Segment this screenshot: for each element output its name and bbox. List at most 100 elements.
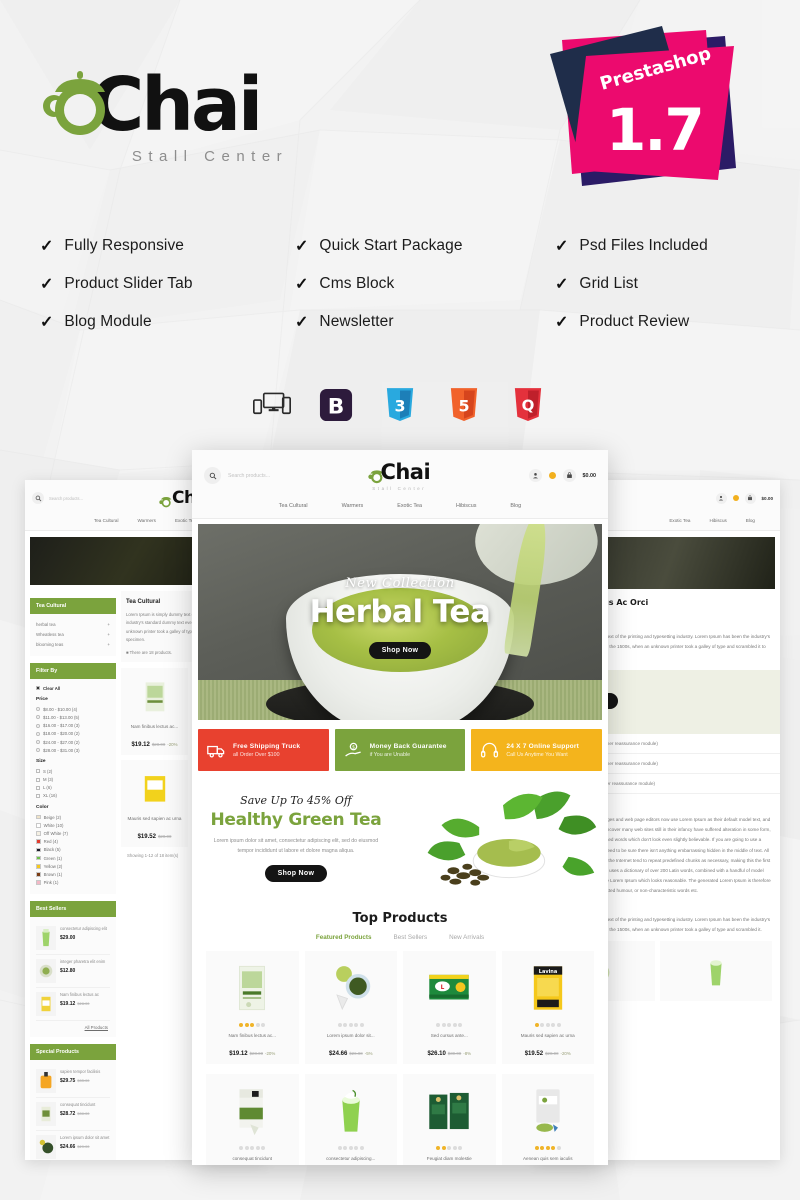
price-option[interactable]: $16.00 - $17.00 (3) bbox=[36, 722, 110, 730]
product-grid-row-1[interactable]: Nam finibus lectus ac... $19.12 $28.00 -20… bbox=[206, 951, 594, 1064]
hero-shop-now-button[interactable]: Shop Now bbox=[368, 642, 432, 659]
color-swatch[interactable] bbox=[36, 831, 41, 836]
nav-item[interactable]: Tea Cultural bbox=[94, 518, 119, 523]
hero-banner[interactable]: New Collection Herbal Tea Shop Now bbox=[198, 524, 602, 720]
shop-logo[interactable]: Chai Stall Center bbox=[368, 460, 431, 491]
radio-icon[interactable] bbox=[36, 748, 40, 753]
list-item[interactable]: herbal tea + bbox=[36, 619, 110, 629]
color-swatch[interactable] bbox=[36, 847, 41, 853]
product-card[interactable] bbox=[660, 941, 772, 1002]
service-money-back[interactable]: $ Money Back Guarantee if You are Unable bbox=[334, 729, 466, 771]
tab-new-arrivals[interactable]: New Arrivals bbox=[449, 934, 484, 941]
filter-panel[interactable]: Clear All Price $8.00 - $10.00 (4) $11.0… bbox=[30, 679, 116, 894]
color-swatch[interactable] bbox=[36, 855, 41, 861]
product-card[interactable]: Mauris sed sapien ac urna $19.52 $28.00 bbox=[121, 760, 188, 848]
size-option[interactable]: XL (16) bbox=[36, 792, 110, 800]
nav-item-exotic-tea[interactable]: Exotic Tea bbox=[397, 503, 422, 509]
color-option[interactable]: Red (4) bbox=[36, 838, 110, 846]
list-item[interactable]: consequat tincidunt $28.72 $36.00 bbox=[36, 1098, 110, 1131]
color-swatch[interactable] bbox=[36, 872, 41, 877]
color-swatch[interactable] bbox=[36, 880, 41, 885]
list-item[interactable]: Nam finibus lectus ac $19.12 $28.00 bbox=[36, 988, 110, 1021]
color-swatch[interactable] bbox=[36, 839, 41, 845]
list-item[interactable]: Wheatless tea + bbox=[36, 629, 110, 639]
product-card[interactable]: consectetur adipiscing... $29.00 bbox=[304, 1074, 397, 1165]
color-swatch[interactable] bbox=[36, 823, 41, 828]
product-card[interactable]: L Sed cursus ante... $26.10 $30.00 -8% bbox=[403, 951, 496, 1064]
list-item[interactable]: integer pharetra elit enim $12.80 bbox=[36, 955, 110, 988]
account-icon[interactable] bbox=[528, 469, 542, 482]
search-input[interactable]: Search products... bbox=[204, 467, 270, 484]
size-option[interactable]: M (3) bbox=[36, 776, 110, 784]
color-option[interactable]: Pink (1) bbox=[36, 879, 110, 887]
list-item[interactable]: sapien tempor facilisis $29.75 $35.00 bbox=[36, 1065, 110, 1098]
price-option[interactable]: $24.00 - $27.00 (2) bbox=[36, 738, 110, 746]
radio-icon[interactable] bbox=[36, 723, 40, 728]
best-sellers-list[interactable]: consectetur adipiscing elit $29.00 intege… bbox=[30, 916, 116, 1037]
search-icon[interactable] bbox=[204, 467, 221, 484]
filter-sidebar[interactable]: Tea Cultural herbal tea + Wheatless tea + … bbox=[30, 591, 116, 1160]
color-option[interactable]: Brown (1) bbox=[36, 870, 110, 878]
nav-item[interactable]: Hibiscus bbox=[709, 518, 726, 523]
price-option[interactable]: $28.00 - $31.00 (3) bbox=[36, 746, 110, 754]
list-item[interactable]: blooming teas + bbox=[36, 639, 110, 649]
account-icon[interactable] bbox=[715, 492, 727, 504]
promo-shop-now-button[interactable]: Shop Now bbox=[264, 865, 328, 883]
nav-item-hibiscus[interactable]: Hibiscus bbox=[456, 503, 476, 509]
nav-item[interactable]: Warmers bbox=[137, 518, 155, 523]
product-card[interactable]: Lorem ipsum dolor sit... $24.66 $26.00 -5% bbox=[304, 951, 397, 1064]
price-option[interactable]: $18.00 - $20.00 (2) bbox=[36, 730, 110, 738]
all-products-link[interactable]: All Products bbox=[36, 1021, 110, 1030]
category-list[interactable]: herbal tea + Wheatless tea + blooming teas… bbox=[30, 614, 116, 656]
color-option[interactable]: Beige (2) bbox=[36, 813, 110, 821]
radio-icon[interactable] bbox=[36, 731, 40, 736]
expand-icon[interactable]: + bbox=[107, 642, 110, 647]
promo-banner[interactable]: Save Up To 45% Off Healthy Green Tea Lor… bbox=[198, 783, 602, 893]
product-card[interactable]: Lavina Mauris sed sapien ac urna $19.52 $… bbox=[501, 951, 594, 1064]
color-option[interactable]: Green (1) bbox=[36, 854, 110, 862]
size-option[interactable]: S (2) bbox=[36, 767, 110, 775]
search-input[interactable]: Search products... bbox=[32, 492, 83, 504]
clear-all-button[interactable]: Clear All bbox=[36, 684, 110, 692]
nav-item-blog[interactable]: Blog bbox=[510, 503, 521, 509]
checkbox-icon[interactable] bbox=[36, 785, 40, 790]
color-option[interactable]: Off White (7) bbox=[36, 829, 110, 837]
expand-icon[interactable]: + bbox=[107, 632, 110, 637]
product-grid-row-2[interactable]: consequat tincidunt $28.72$36.00-20% con… bbox=[206, 1074, 594, 1165]
tab-best-sellers[interactable]: Best Sellers bbox=[394, 934, 428, 941]
nav-item[interactable]: Exotic Tea bbox=[669, 518, 690, 523]
nav-item[interactable]: Blog bbox=[746, 518, 755, 523]
header-actions[interactable]: $0.00 bbox=[528, 469, 596, 482]
checkbox-icon[interactable] bbox=[36, 777, 40, 782]
homepage-mockup[interactable]: Search products... Chai Stall Center $0.… bbox=[192, 450, 608, 1165]
color-swatch[interactable] bbox=[36, 814, 41, 820]
shop-nav[interactable]: Tea Cultural Warmers Exotic Tea Hibiscus… bbox=[204, 491, 596, 518]
service-free-shipping[interactable]: Free Shipping Truck all Order Over $100 bbox=[198, 729, 329, 771]
clear-icon[interactable] bbox=[36, 686, 40, 691]
radio-icon[interactable] bbox=[36, 715, 40, 720]
nav-item-tea-cultural[interactable]: Tea Cultural bbox=[279, 503, 308, 509]
color-swatch[interactable] bbox=[36, 863, 41, 869]
price-option[interactable]: $11.00 - $13.00 (5) bbox=[36, 713, 110, 721]
list-item[interactable]: Lorem ipsum dolor sit amet $24.66 $29.00 bbox=[36, 1131, 110, 1160]
size-option[interactable]: L (6) bbox=[36, 784, 110, 792]
radio-icon[interactable] bbox=[36, 740, 40, 745]
product-card[interactable]: Feugiat diam molestie $11.90 bbox=[403, 1074, 496, 1165]
checkbox-icon[interactable] bbox=[36, 793, 40, 798]
product-tabs[interactable]: Featured Products Best Sellers New Arriv… bbox=[192, 934, 608, 941]
product-card[interactable]: Nam finibus lectus ac... $19.12 $28.00 -20… bbox=[206, 951, 299, 1064]
cart-icon[interactable] bbox=[744, 492, 756, 504]
expand-icon[interactable]: + bbox=[107, 622, 110, 627]
radio-icon[interactable] bbox=[36, 707, 40, 712]
checkbox-icon[interactable] bbox=[36, 769, 40, 774]
product-card[interactable]: Nam finibus lectus ac... $19.12 $28.00 -20… bbox=[121, 668, 188, 756]
list-item[interactable]: consectetur adipiscing elit $29.00 bbox=[36, 922, 110, 955]
product-card[interactable]: Aenean quis sem iaculis $11.90 bbox=[501, 1074, 594, 1165]
special-products-list[interactable]: sapien tempor facilisis $29.75 $35.00 con… bbox=[30, 1059, 116, 1160]
color-option[interactable]: Black (5) bbox=[36, 846, 110, 854]
color-option[interactable]: Yellow (2) bbox=[36, 862, 110, 870]
price-option[interactable]: $8.00 - $10.00 (4) bbox=[36, 705, 110, 713]
nav-item-warmers[interactable]: Warmers bbox=[342, 503, 364, 509]
cart-icon[interactable] bbox=[562, 469, 576, 482]
header-actions[interactable]: $0.00 bbox=[715, 492, 773, 504]
